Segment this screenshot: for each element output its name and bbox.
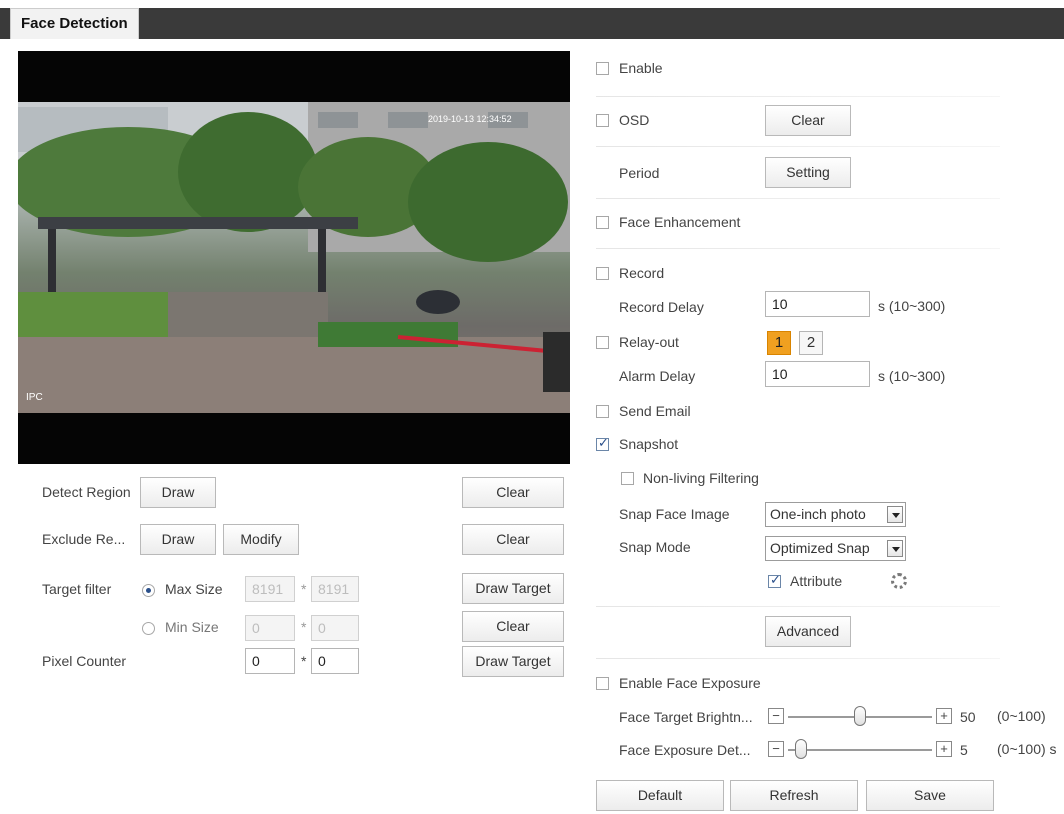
snap-mode-label: Snap Mode	[619, 539, 691, 555]
non-living-filtering-checkbox[interactable]	[621, 472, 634, 485]
exposure-slider-knob[interactable]	[794, 739, 807, 759]
send-email-checkbox[interactable]	[596, 405, 609, 418]
snap-mode-value: Optimized Snap	[770, 540, 870, 556]
min-size-height-input[interactable]: 0	[311, 615, 359, 641]
alarm-delay-label: Alarm Delay	[619, 368, 696, 384]
enable-label: Enable	[619, 60, 663, 76]
relay-channel-2-button[interactable]: 2	[799, 331, 823, 355]
pixel-counter-draw-target-button[interactable]: Draw Target	[462, 646, 564, 677]
record-delay-range: s (10~300)	[878, 298, 946, 314]
osd-label: OSD	[619, 112, 650, 128]
snapshot-checkbox[interactable]	[596, 435, 609, 451]
divider	[596, 146, 1000, 147]
non-living-filtering-label: Non-living Filtering	[643, 470, 759, 486]
brightness-value: 50	[960, 709, 976, 725]
save-button[interactable]: Save	[866, 780, 994, 811]
exclude-region-clear-button[interactable]: Clear	[462, 524, 564, 555]
max-size-height-input[interactable]: 8191	[311, 576, 359, 602]
min-size-label: Min Size	[165, 619, 219, 635]
camera-scene-image: 2019-10-13 12:34:52 IPC	[18, 102, 570, 413]
enable-face-exposure-label: Enable Face Exposure	[619, 675, 761, 691]
exposure-plus-button[interactable]: +	[936, 741, 952, 757]
max-size-radio[interactable]	[142, 584, 155, 597]
pixel-counter-times: *	[301, 653, 307, 669]
brightness-plus-button[interactable]: +	[936, 708, 952, 724]
video-channel-label: IPC	[26, 392, 43, 403]
target-filter-clear-button[interactable]: Clear	[462, 611, 564, 642]
exposure-value: 5	[960, 742, 968, 758]
min-size-width-input[interactable]: 0	[245, 615, 295, 641]
snap-face-image-value: One-inch photo	[770, 506, 866, 522]
record-delay-input[interactable]: 10	[765, 291, 870, 317]
refresh-button[interactable]: Refresh	[730, 780, 858, 811]
max-size-width-input[interactable]: 8191	[245, 576, 295, 602]
detect-region-draw-button[interactable]: Draw	[140, 477, 216, 508]
enable-face-exposure-checkbox[interactable]	[596, 677, 609, 690]
snapshot-label: Snapshot	[619, 436, 679, 452]
video-preview[interactable]: 2019-10-13 12:34:52 IPC	[18, 51, 570, 464]
tab-face-detection[interactable]: Face Detection	[10, 8, 139, 39]
exclude-region-label: Exclude Re...	[42, 531, 126, 547]
osd-clear-button[interactable]: Clear	[765, 105, 851, 136]
divider	[596, 198, 1000, 199]
chevron-down-icon	[887, 540, 903, 557]
divider	[596, 248, 1000, 249]
relay-out-checkbox[interactable]	[596, 336, 609, 349]
snap-mode-select[interactable]: Optimized Snap	[765, 536, 906, 561]
send-email-label: Send Email	[619, 403, 691, 419]
face-exposure-detect-label: Face Exposure Det...	[619, 742, 751, 758]
exclude-region-modify-button[interactable]: Modify	[223, 524, 299, 555]
pixel-counter-width-input[interactable]: 0	[245, 648, 295, 674]
detect-region-label: Detect Region	[42, 484, 131, 500]
relay-out-label: Relay-out	[619, 334, 679, 350]
detect-region-clear-button[interactable]: Clear	[462, 477, 564, 508]
period-setting-button[interactable]: Setting	[765, 157, 851, 188]
advanced-button[interactable]: Advanced	[765, 616, 851, 647]
min-size-times: *	[301, 619, 307, 635]
default-button[interactable]: Default	[596, 780, 724, 811]
attribute-label: Attribute	[790, 573, 843, 589]
divider	[596, 96, 1000, 97]
snap-face-image-select[interactable]: One-inch photo	[765, 502, 906, 527]
brightness-range: (0~100)	[997, 708, 1046, 724]
target-filter-label: Target filter	[42, 581, 112, 597]
alarm-delay-input[interactable]: 10	[765, 361, 870, 387]
relay-channel-1-button[interactable]: 1	[767, 331, 791, 355]
face-target-brightness-label: Face Target Brightn...	[619, 709, 753, 725]
exposure-minus-button[interactable]: −	[768, 741, 784, 757]
record-checkbox[interactable]	[596, 267, 609, 280]
target-filter-draw-target-button[interactable]: Draw Target	[462, 573, 564, 604]
min-size-radio[interactable]	[142, 622, 155, 635]
max-size-label: Max Size	[165, 581, 223, 597]
exposure-range: (0~100) s	[997, 741, 1057, 757]
max-size-times: *	[301, 581, 307, 597]
top-bar	[0, 8, 1064, 39]
period-label: Period	[619, 165, 660, 181]
exclude-region-draw-button[interactable]: Draw	[140, 524, 216, 555]
enable-checkbox[interactable]	[596, 62, 609, 75]
face-enhancement-checkbox[interactable]	[596, 216, 609, 229]
exposure-slider-track[interactable]	[788, 749, 932, 751]
brightness-slider-knob[interactable]	[854, 706, 866, 726]
osd-checkbox[interactable]	[596, 114, 609, 127]
pixel-counter-height-input[interactable]: 0	[311, 648, 359, 674]
video-timestamp: 2019-10-13 12:34:52	[428, 114, 512, 124]
brightness-minus-button[interactable]: −	[768, 708, 784, 724]
alarm-delay-range: s (10~300)	[878, 368, 946, 384]
record-label: Record	[619, 265, 665, 281]
gear-icon[interactable]	[891, 573, 907, 589]
face-enhancement-label: Face Enhancement	[619, 214, 741, 230]
chevron-down-icon	[887, 506, 903, 523]
divider	[596, 658, 1000, 659]
divider	[596, 606, 1000, 607]
snap-face-image-label: Snap Face Image	[619, 506, 730, 522]
record-delay-label: Record Delay	[619, 299, 704, 315]
pixel-counter-label: Pixel Counter	[42, 653, 127, 669]
attribute-checkbox[interactable]	[768, 572, 781, 588]
